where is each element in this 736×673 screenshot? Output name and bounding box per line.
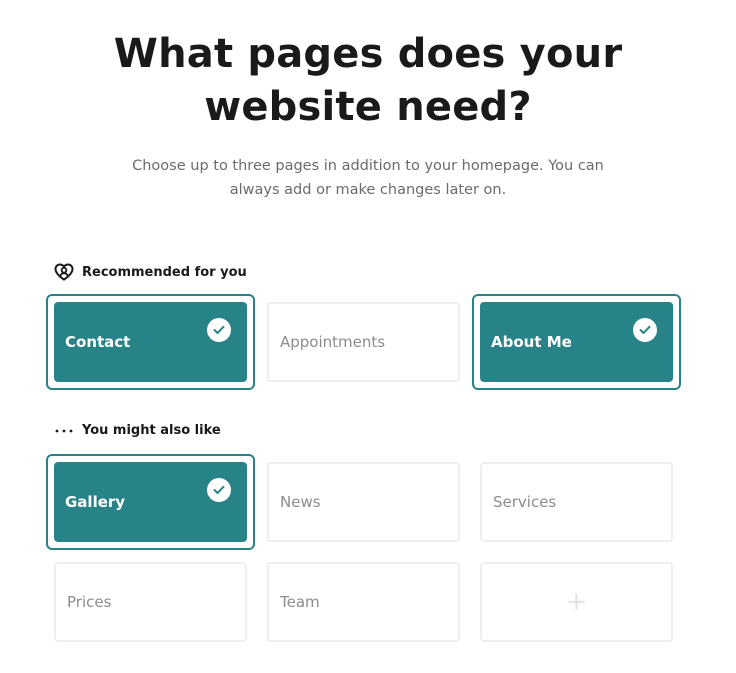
section-recommended-text: Recommended for you xyxy=(82,264,247,280)
page-card-team[interactable]: Team xyxy=(267,562,460,642)
plus-icon: + xyxy=(565,587,588,617)
title-line-1: What pages does your xyxy=(113,31,623,77)
page-title: What pages does your website need? xyxy=(0,28,736,134)
card-label: Team xyxy=(280,593,320,611)
card-label: News xyxy=(280,493,321,511)
checkmark-icon xyxy=(207,478,231,502)
checkmark-icon xyxy=(207,318,231,342)
page-card-prices[interactable]: Prices xyxy=(54,562,247,642)
page-subtitle: Choose up to three pages in addition to … xyxy=(128,154,608,202)
card-label: Appointments xyxy=(280,333,386,351)
heart-person-icon xyxy=(54,263,74,281)
card-label: Contact xyxy=(65,333,131,351)
card-label: Gallery xyxy=(65,493,126,511)
page-card-about-me[interactable]: About Me xyxy=(472,294,681,390)
checkmark-icon xyxy=(633,318,657,342)
page-card-appointments[interactable]: Appointments xyxy=(267,302,460,382)
section-also-like-label: You might also like xyxy=(54,423,221,438)
title-line-2: website need? xyxy=(204,84,532,130)
more-dots-icon xyxy=(54,428,74,434)
page-card-gallery[interactable]: Gallery xyxy=(46,454,255,550)
section-also-like-text: You might also like xyxy=(82,423,221,438)
page-card-news[interactable]: News xyxy=(267,462,460,542)
section-recommended-label: Recommended for you xyxy=(54,263,247,281)
subtitle-line-1: Choose up to three pages in addition to … xyxy=(132,158,604,174)
card-label: Prices xyxy=(67,593,112,611)
subtitle-line-2: always add or make changes later on. xyxy=(229,182,507,198)
card-label: Services xyxy=(493,493,557,511)
add-page-button[interactable]: + xyxy=(480,562,673,642)
page-card-contact[interactable]: Contact xyxy=(46,294,255,390)
card-label: About Me xyxy=(491,333,572,351)
page-card-services[interactable]: Services xyxy=(480,462,673,542)
